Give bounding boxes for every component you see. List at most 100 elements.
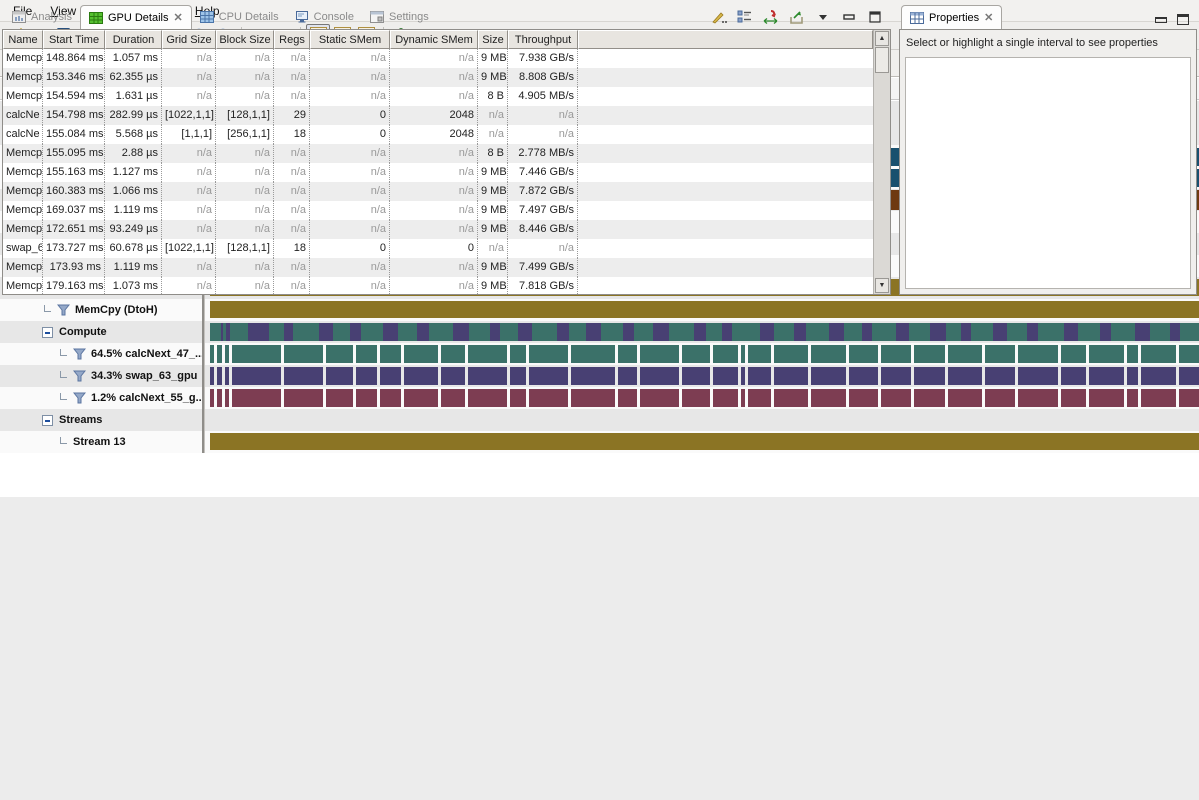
filter-funnel-icon[interactable] (73, 370, 86, 382)
compute-interval[interactable] (669, 323, 694, 341)
compute-interval[interactable] (774, 323, 794, 341)
compute-interval[interactable] (862, 323, 873, 341)
view-menu-button[interactable] (815, 9, 831, 25)
compute-interval[interactable] (993, 323, 1007, 341)
compute-interval[interactable] (634, 323, 653, 341)
kernel-interval[interactable] (217, 345, 222, 363)
kernel-interval[interactable] (210, 389, 214, 407)
kernel-interval[interactable] (232, 389, 281, 407)
kernel-interval[interactable] (529, 389, 568, 407)
kernel-interval[interactable] (232, 367, 281, 385)
kernel-interval[interactable] (914, 367, 945, 385)
kernel-interval[interactable] (284, 367, 324, 385)
kernel-interval[interactable] (713, 367, 738, 385)
kernel-interval[interactable] (640, 389, 679, 407)
kernel-interval[interactable] (1061, 389, 1086, 407)
compute-interval[interactable] (518, 323, 532, 341)
table-row[interactable]: Memcp155.163 ms1.127 msn/an/an/an/an/a9 … (3, 163, 873, 182)
compute-interval[interactable] (319, 323, 333, 341)
kernel-interval[interactable] (510, 345, 526, 363)
kernel-interval[interactable] (571, 367, 615, 385)
kernel-interval[interactable] (441, 389, 466, 407)
kernel-interval[interactable] (210, 345, 214, 363)
compute-interval[interactable] (569, 323, 586, 341)
table-scrollbar[interactable]: ▲ ▼ (873, 30, 890, 294)
kernel-interval[interactable] (682, 345, 710, 363)
kernel-interval[interactable] (985, 345, 1015, 363)
kernel-interval[interactable] (356, 345, 377, 363)
kernel-interval[interactable] (1018, 367, 1058, 385)
tree-item-memcpy-dtoh[interactable]: MemCpy (DtoH) (0, 299, 204, 321)
compute-interval[interactable] (398, 323, 417, 341)
kernel-interval[interactable] (811, 345, 846, 363)
dependency-button[interactable] (763, 9, 779, 25)
compute-interval[interactable] (1135, 323, 1150, 341)
kernel-interval[interactable] (356, 389, 377, 407)
minimize-button[interactable] (841, 9, 857, 25)
kernel-interval[interactable] (225, 367, 229, 385)
kernel-interval[interactable] (774, 345, 809, 363)
compute-interval[interactable] (1100, 323, 1111, 341)
compute-interval[interactable] (417, 323, 429, 341)
tree-item-compute[interactable]: Compute (0, 321, 204, 343)
compute-interval[interactable] (469, 323, 490, 341)
compute-interval[interactable] (557, 323, 569, 341)
compute-interval[interactable] (1170, 323, 1180, 341)
compute-interval[interactable] (248, 323, 269, 341)
table-row[interactable]: Memcp173.93 ms1.119 msn/an/an/an/an/a9 M… (3, 258, 873, 277)
kernel-interval[interactable] (741, 367, 745, 385)
maximize-properties-icon[interactable] (1177, 14, 1189, 25)
compute-interval[interactable] (429, 323, 453, 341)
interval-bar[interactable] (210, 433, 1199, 450)
table-row[interactable]: Memcp160.383 ms1.066 msn/an/an/an/an/a9 … (3, 182, 873, 201)
kernel-interval[interactable] (1141, 345, 1176, 363)
kernel-interval[interactable] (618, 345, 638, 363)
kernel-interval[interactable] (640, 345, 679, 363)
table-row[interactable]: calcNe155.084 ms5.568 µs[1,1,1][256,1,1]… (3, 125, 873, 144)
tab-analysis[interactable]: Analysis (4, 5, 80, 29)
kernel-interval[interactable] (510, 367, 526, 385)
column-header-throughput[interactable]: Throughput (508, 30, 578, 49)
kernel-interval[interactable] (748, 389, 771, 407)
column-header-start-time[interactable]: Start Time (43, 30, 105, 49)
kernel-interval[interactable] (380, 389, 401, 407)
compute-interval[interactable] (269, 323, 284, 341)
tab-console[interactable]: Console (287, 5, 362, 29)
record-button[interactable] (711, 9, 727, 25)
kernel-interval[interactable] (1179, 345, 1199, 363)
filter-funnel-icon[interactable] (73, 348, 86, 360)
table-row[interactable]: calcNe154.798 ms282.99 µs[1022,1,1][128,… (3, 106, 873, 125)
kernel-interval[interactable] (326, 345, 353, 363)
kernel-interval[interactable] (1127, 367, 1138, 385)
kernel-interval[interactable] (1018, 345, 1058, 363)
compute-interval[interactable] (946, 323, 961, 341)
kernel-interval[interactable] (849, 345, 878, 363)
kernel-interval[interactable] (748, 345, 771, 363)
kernel-interval[interactable] (571, 389, 615, 407)
compute-interval[interactable] (896, 323, 909, 341)
kernel-interval[interactable] (985, 367, 1015, 385)
table-row[interactable]: Memcp169.037 ms1.119 msn/an/an/an/an/a9 … (3, 201, 873, 220)
collapse-toggle-icon[interactable] (42, 327, 53, 338)
compute-interval[interactable] (1007, 323, 1027, 341)
compute-interval[interactable] (732, 323, 760, 341)
compute-interval[interactable] (293, 323, 319, 341)
tab-properties[interactable]: Properties ✕ (901, 5, 1002, 29)
kernel-interval[interactable] (468, 367, 507, 385)
kernel-interval[interactable] (404, 367, 438, 385)
kernel-interval[interactable] (1179, 367, 1199, 385)
compute-interval[interactable] (760, 323, 774, 341)
kernel-interval[interactable] (948, 367, 983, 385)
kernel-interval[interactable] (1089, 389, 1125, 407)
kernel-interval[interactable] (225, 345, 229, 363)
scroll-up-icon[interactable]: ▲ (875, 31, 889, 46)
kernel-interval[interactable] (380, 345, 401, 363)
kernel-interval[interactable] (326, 389, 353, 407)
compute-interval[interactable] (1027, 323, 1039, 341)
kernel-interval[interactable] (1127, 345, 1138, 363)
tab-close-icon[interactable]: ✕ (174, 11, 183, 24)
compute-interval[interactable] (1150, 323, 1170, 341)
compute-interval[interactable] (1078, 323, 1100, 341)
compute-interval[interactable] (230, 323, 248, 341)
kernel-interval[interactable] (914, 345, 945, 363)
